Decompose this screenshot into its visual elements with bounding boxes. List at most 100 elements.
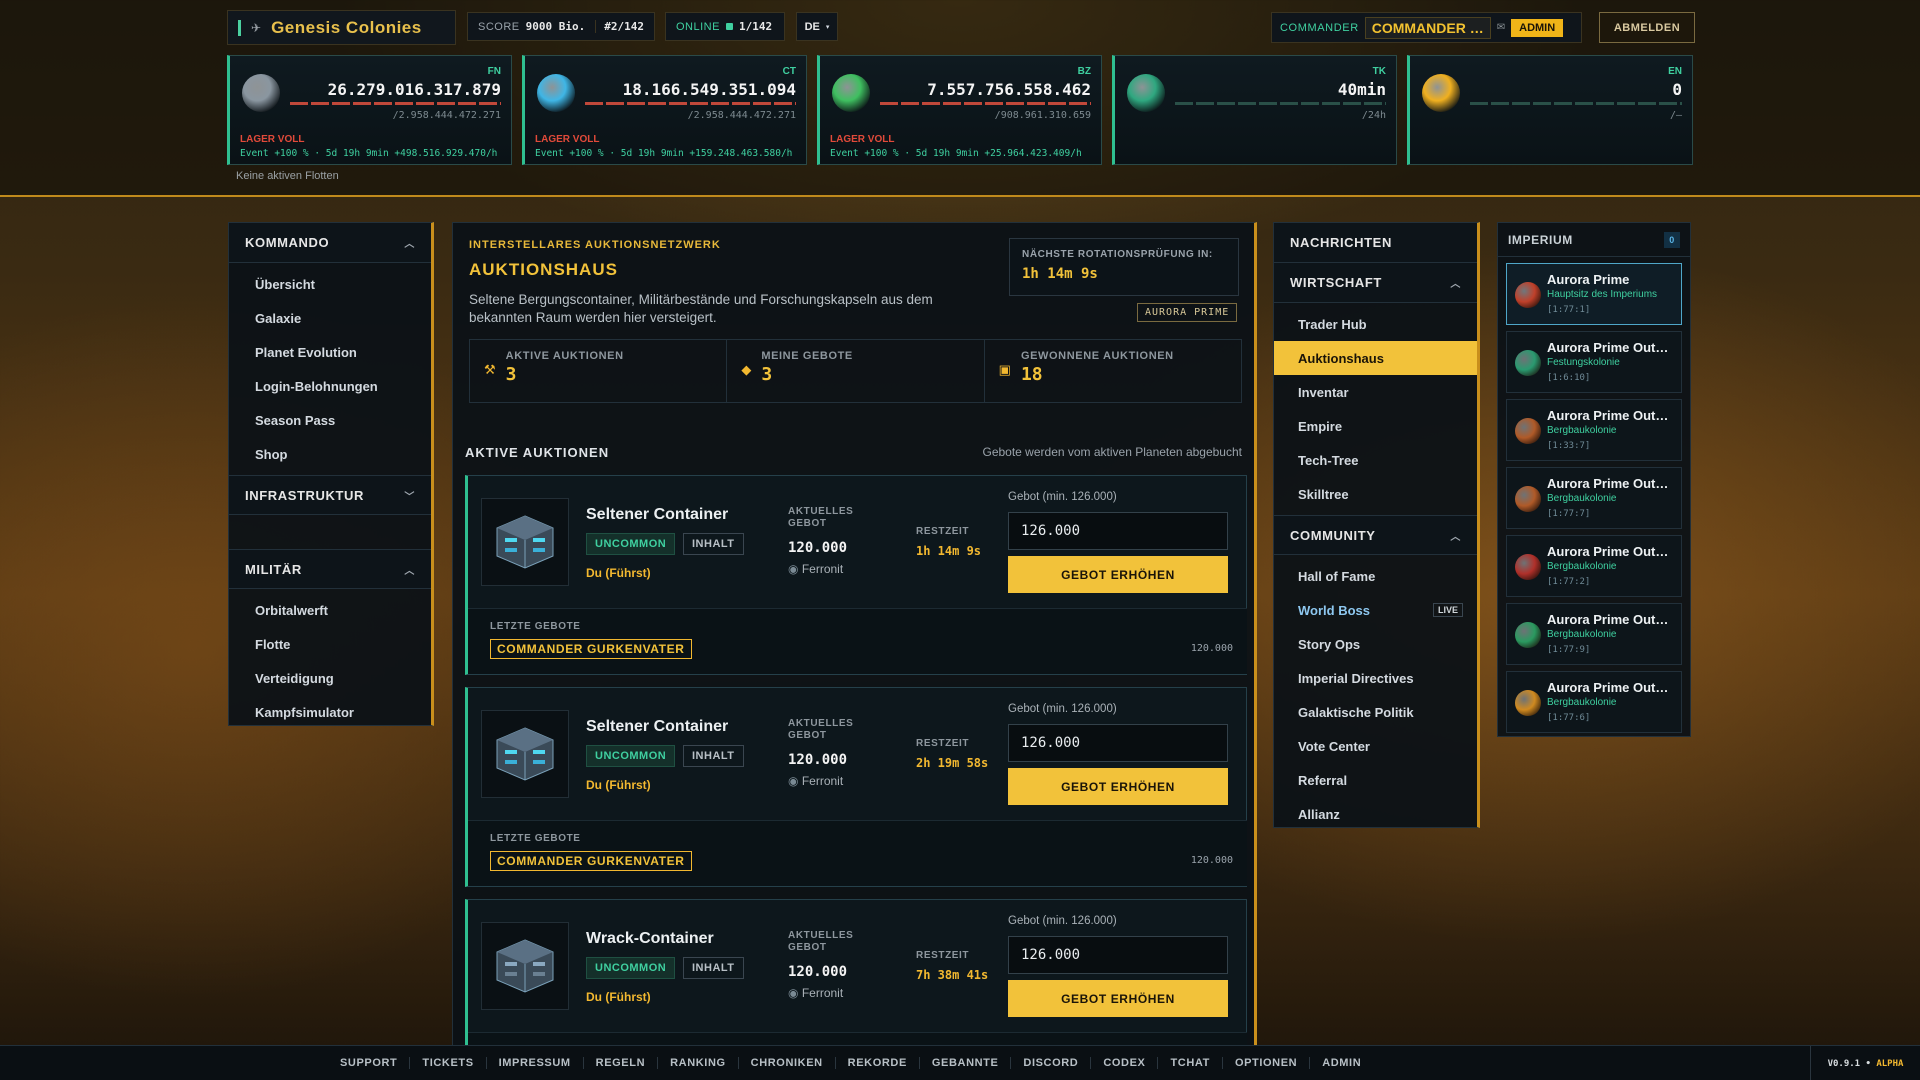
planet-item[interactable]: Aurora Prime Out… Bergbaukolonie [1:77:9] [1506,603,1682,665]
currency: ◉ Ferronit [788,562,843,576]
content-button[interactable]: INHALT [683,957,744,979]
content-button[interactable]: INHALT [683,533,744,555]
bid-label: Gebot (min. 126.000) [1008,491,1117,503]
planet-item[interactable]: Aurora Prime Out… Festungskolonie [1:6:10] [1506,331,1682,393]
nav-item-vote-center[interactable]: Vote Center [1274,729,1477,763]
nav-item-skilltree[interactable]: Skilltree [1274,477,1477,511]
nav-item-hall-of-fame[interactable]: Hall of Fame [1274,559,1477,593]
language-select[interactable]: DE ▾ [796,12,838,41]
planet-coords: [1:77:2] [1547,577,1591,587]
resource-code: CT [782,66,796,77]
resource-card-ct[interactable]: CT 18.166.549.351.094/2.958.444.472.271 LA… [522,55,807,165]
bid-input[interactable] [1008,724,1228,762]
planet-item[interactable]: Aurora Prime Hauptsitz des Imperiums [1:77… [1506,263,1682,325]
section-militaer[interactable]: MILITÄR ︿ [229,549,431,589]
rarity-badge: UNCOMMON [586,957,676,979]
footer-link-ranking[interactable]: RANKING [658,1057,739,1069]
nav-item-planet-evolution[interactable]: Planet Evolution [229,335,431,369]
planet-item[interactable]: Aurora Prime Out… Bergbaukolonie [1:77:2] [1506,535,1682,597]
raise-bid-button[interactable]: GEBOT ERHÖHEN [1008,980,1228,1017]
footer-link-codex[interactable]: CODEX [1091,1057,1159,1069]
nav-item-auktionshaus[interactable]: Auktionshaus [1274,341,1477,375]
right-navigation: NACHRICHTEN WIRTSCHAFT ︿ Trader Hub Auktio… [1273,222,1480,828]
footer-link-discord[interactable]: DISCORD [1011,1057,1092,1069]
admin-badge[interactable]: ADMIN [1511,18,1564,37]
footer-link-support[interactable]: SUPPORT [328,1057,411,1069]
nav-item-label: Allianz [1298,806,1340,822]
nav-item-season-pass[interactable]: Season Pass [229,403,431,437]
currency: ◉ Ferronit [788,774,843,788]
nav-item-label: Kampfsimulator [255,704,354,720]
resource-bar [290,102,501,105]
leader-status: Du (Führst) [586,990,651,1004]
footer-link-gebannte[interactable]: GEBANNTE [920,1057,1012,1069]
nav-item-galaktische-politik[interactable]: Galaktische Politik [1274,695,1477,729]
nav-item-tech-tree[interactable]: Tech-Tree [1274,443,1477,477]
planet-coords: [1:6:10] [1547,373,1591,383]
footer-link-tchat[interactable]: TCHAT [1158,1057,1223,1069]
nav-item-übersicht[interactable]: Übersicht [229,267,431,301]
section-community[interactable]: COMMUNITY ︿ [1274,515,1477,555]
logout-button[interactable]: ABMELDEN [1599,12,1695,43]
footer-link-admin[interactable]: ADMIN [1310,1057,1373,1069]
bid-input[interactable] [1008,936,1228,974]
footer-link-regeln[interactable]: REGELN [584,1057,659,1069]
commander-box[interactable]: COMMANDER COMMANDER … ✉ ADMIN [1271,12,1582,43]
nav-item-label: Auktionshaus [1298,350,1384,366]
footer-link-rekorde[interactable]: REKORDE [836,1057,920,1069]
section-wirtschaft[interactable]: WIRTSCHAFT ︿ [1274,263,1477,303]
nav-item-label: Season Pass [255,412,336,428]
current-bid-label: AKTUELLES GEBOT [788,930,854,953]
nav-item-referral[interactable]: Referral [1274,763,1477,797]
resource-card-en[interactable]: EN 0 /— [1407,55,1693,165]
resource-capacity: /908.961.310.659 [994,110,1091,121]
auction-stats: ⚒ AKTIVE AUKTIONEN 3 ◆ MEINE GEBOTE 3 ▣ GEWONNE… [469,339,1242,403]
nav-item-imperial-directives[interactable]: Imperial Directives [1274,661,1477,695]
nav-item-world-boss[interactable]: World Boss LIVE [1274,593,1477,627]
section-nachrichten[interactable]: NACHRICHTEN [1274,223,1477,263]
nav-item-login-belohnungen[interactable]: Login-Belohnungen [229,369,431,403]
version-label: V0.9.1 • ALPHA [1810,1046,1920,1080]
item-name: Seltener Container [586,718,729,735]
footer-link-impressum[interactable]: IMPRESSUM [487,1057,584,1069]
nav-item-verteidigung[interactable]: Verteidigung [229,661,431,695]
planet-coords: [1:77:1] [1547,305,1591,315]
resource-card-fn[interactable]: FN 26.279.016.317.879/2.958.444.472.271 LA… [227,55,512,165]
planet-item[interactable]: Aurora Prime Out… Bergbaukolonie [1:77:6] [1506,671,1682,733]
app-brand[interactable]: ✈ Genesis Colonies [227,10,456,45]
footer-link-optionen[interactable]: OPTIONEN [1223,1057,1311,1069]
resource-card-tk[interactable]: TK 40min/24h [1112,55,1397,165]
footer-link-tickets[interactable]: TICKETS [410,1057,487,1069]
planet-item[interactable]: Aurora Prime Out… Bergbaukolonie [1:33:7] [1506,399,1682,461]
bid-input[interactable] [1008,512,1228,550]
nav-item-story-ops[interactable]: Story Ops [1274,627,1477,661]
stat-1: ◆ MEINE GEBOTE 3 [727,340,985,402]
energy-icon [1422,74,1460,112]
nav-item-kampfsimulator[interactable]: Kampfsimulator [229,695,431,729]
nav-item-galaxie[interactable]: Galaxie [229,301,431,335]
footer-link-chroniken[interactable]: CHRONIKEN [739,1057,836,1069]
resource-card-bz[interactable]: BZ 7.557.756.558.462/908.961.310.659 LAGER… [817,55,1102,165]
nav-item-allianz[interactable]: Allianz [1274,797,1477,831]
stat-label: AKTIVE AUKTIONEN [505,350,624,362]
section-kommando[interactable]: KOMMANDO ︿ [229,223,431,263]
planet-name: Aurora Prime Out… [1547,340,1669,355]
section-kommando-label: KOMMANDO [245,235,330,250]
resource-bar [880,102,1091,105]
nav-item-orbitalwerft[interactable]: Orbitalwerft [229,593,431,627]
nav-item-trader-hub[interactable]: Trader Hub [1274,307,1477,341]
nav-item-inventar[interactable]: Inventar [1274,375,1477,409]
raise-bid-button[interactable]: GEBOT ERHÖHEN [1008,556,1228,593]
raise-bid-button[interactable]: GEBOT ERHÖHEN [1008,768,1228,805]
nav-item-flotte[interactable]: Flotte [229,627,431,661]
planet-coords: [1:77:6] [1547,713,1591,723]
planet-type: Bergbaukolonie [1547,561,1617,572]
message-icon[interactable]: ✉ [1497,22,1505,33]
nav-item-empire[interactable]: Empire [1274,409,1477,443]
content-button[interactable]: INHALT [683,745,744,767]
section-infrastruktur[interactable]: INFRASTRUKTUR ﹀ [229,475,431,515]
nav-item-label: Login-Belohnungen [255,378,378,394]
nav-item-shop[interactable]: Shop [229,437,431,471]
planet-item[interactable]: Aurora Prime Out… Bergbaukolonie [1:77:7] [1506,467,1682,529]
planet-type: Bergbaukolonie [1547,425,1617,436]
